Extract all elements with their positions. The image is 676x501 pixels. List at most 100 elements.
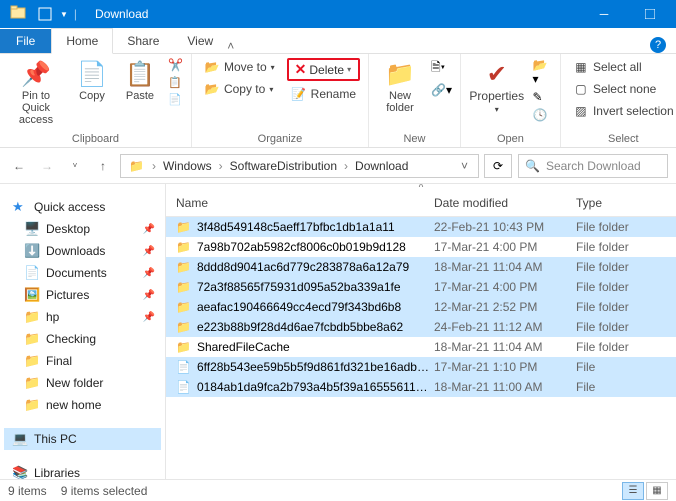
libraries-icon: 📚 [12,465,28,479]
file-type: File [576,380,666,394]
nav-item[interactable]: 🖥️Desktop📌 [4,218,161,240]
address-bar-row: ← → ˅ ↑ 📁 › Windows › SoftwareDistributi… [0,148,676,184]
folder-icon: 📁 [176,340,191,354]
chevron-icon[interactable]: › [150,159,158,173]
open-icon[interactable]: 📂▾ [533,58,552,86]
back-button[interactable]: ← [8,155,30,177]
crumb-download[interactable]: Download [352,159,411,173]
copy-icon: 📄 [77,60,107,88]
easyaccess-icon[interactable]: 🔗▾ [431,83,452,97]
clipboard-label: Clipboard [72,131,119,145]
file-list: ˄ Name Date modified Type 📁3f48d549148c5… [166,184,676,479]
copy-button[interactable]: 📄 Copy [72,58,112,102]
file-row[interactable]: 📄0184ab1da9fca2b793a4b5f39a1655561108…18… [166,377,676,397]
ribbon-collapse-icon[interactable]: ˄ [227,39,234,53]
maximize-button[interactable] [628,0,672,28]
col-name[interactable]: Name [176,196,434,210]
help-icon[interactable]: ? [650,37,666,53]
nav-item[interactable]: 📁hp📌 [4,306,161,328]
forward-button[interactable]: → [36,155,58,177]
nav-item-label: Documents [46,266,107,280]
nav-item[interactable]: ⬇️Downloads📌 [4,240,161,262]
ribbon: 📌 Pin to Quick access 📄 Copy 📋 Paste ✂️ … [0,54,676,148]
col-type[interactable]: Type [576,196,666,210]
properties-icon: ✔ [487,60,507,88]
nav-item[interactable]: 📁New folder [4,372,161,394]
pasteshortcut-icon[interactable]: 📄 [168,93,183,106]
new-folder-button[interactable]: 📁 New folder [377,58,423,114]
move-to-button[interactable]: 📂 Move to ▾ [200,58,279,76]
file-row[interactable]: 📁7a98b702ab5982cf8006c0b019b9d12817-Mar-… [166,237,676,257]
file-row[interactable]: 📁3f48d549148c5aeff17bfbc1db1a1a1122-Feb-… [166,217,676,237]
chevron-icon[interactable]: › [342,159,350,173]
pin-quick-access-button[interactable]: 📌 Pin to Quick access [8,58,64,126]
crumb-windows[interactable]: Windows [160,159,215,173]
delete-button[interactable]: ✕ Delete ▾ [287,58,360,81]
search-box[interactable]: 🔍 Search Download [518,154,668,178]
properties-button[interactable]: ✔ Properties ▾ [469,58,525,115]
up-button[interactable]: ↑ [92,155,114,177]
nav-libraries[interactable]: 📚 Libraries [4,462,161,479]
qat-props-icon[interactable] [38,7,52,21]
nav-item[interactable]: 📁new home [4,394,161,416]
refresh-button[interactable]: ⟳ [484,154,512,178]
history-icon[interactable]: 🕓 [533,108,552,122]
folder-icon: 📁 [24,397,40,413]
cut-icon[interactable]: ✂️ [168,58,183,72]
chevron-icon[interactable]: › [217,159,225,173]
share-tab[interactable]: Share [113,29,173,53]
newitem-icon[interactable]: 🗎▾ [431,58,452,79]
nav-item[interactable]: 📁Checking [4,328,161,350]
copy-to-button[interactable]: 📂 Copy to ▾ [200,80,279,98]
ribbon-tabs: File Home Share View ˄ ? [0,28,676,54]
file-type: File folder [576,340,666,354]
file-row[interactable]: 📁SharedFileCache18-Mar-21 11:04 AMFile f… [166,337,676,357]
copypath-icon[interactable]: 📋 [168,76,183,89]
file-row[interactable]: 📁8ddd8d9041ac6d779c283878a6a12a7918-Mar-… [166,257,676,277]
nav-item[interactable]: 🖼️Pictures📌 [4,284,161,306]
file-type: File [576,360,666,374]
selectnone-icon: ▢ [573,82,589,96]
file-tab[interactable]: File [0,29,51,53]
minimize-button[interactable]: ─ [582,0,626,28]
nav-item-label: hp [46,310,59,324]
select-label: Select [608,131,639,145]
home-tab[interactable]: Home [51,28,113,54]
folder-icon: 📁 [24,331,40,347]
recent-button[interactable]: ˅ [64,155,86,177]
organize-group: 📂 Move to ▾ 📂 Copy to ▾ ✕ Delete ▾ 📝 [192,54,369,147]
view-tab[interactable]: View [173,29,227,53]
nav-this-pc[interactable]: 💻 This PC [4,428,161,450]
file-row[interactable]: 📁e223b88b9f28d4d6ae7fcbdb5bbe8a6224-Feb-… [166,317,676,337]
qat-dropdown-icon[interactable]: ▼ [60,10,68,19]
status-items: 9 items [8,484,47,498]
nav-item[interactable]: 📄Documents📌 [4,262,161,284]
details-view-button[interactable]: ☰ [622,482,644,500]
file-name: SharedFileCache [197,340,290,354]
folder-icon: 📁 [176,260,191,274]
invert-selection-button[interactable]: ▨Invert selection [569,102,676,120]
file-type: File folder [576,280,666,294]
file-name: 0184ab1da9fca2b793a4b5f39a1655561108… [197,380,434,394]
edit-icon[interactable]: ✎ [533,90,552,104]
file-date: 17-Mar-21 4:00 PM [434,240,576,254]
addr-history-icon[interactable]: ˅ [455,159,474,173]
select-all-button[interactable]: ▦Select all [569,58,676,76]
file-row[interactable]: 📁aeafac190466649cc4ecd79f343bd6b812-Mar-… [166,297,676,317]
nav-item[interactable]: 📁Final [4,350,161,372]
file-type: File folder [576,300,666,314]
file-row[interactable]: 📁72a3f88565f75931d095a52ba339a1fe17-Mar-… [166,277,676,297]
address-bar[interactable]: 📁 › Windows › SoftwareDistribution › Dow… [120,154,479,178]
file-date: 12-Mar-21 2:52 PM [434,300,576,314]
crumb-swdist[interactable]: SoftwareDistribution [227,159,340,173]
select-none-button[interactable]: ▢Select none [569,80,676,98]
file-name: 7a98b702ab5982cf8006c0b019b9d128 [197,240,406,254]
thumbnails-view-button[interactable]: ▦ [646,482,668,500]
nav-item-label: New folder [46,376,103,390]
nav-quick-access[interactable]: ★ Quick access [4,196,161,218]
rename-button[interactable]: 📝 Rename [287,85,360,103]
file-row[interactable]: 📄6ff28b543ee59b5b5f9d861fd321be16adb8…17… [166,357,676,377]
folder-icon [10,4,30,24]
col-date[interactable]: Date modified [434,196,576,210]
paste-button[interactable]: 📋 Paste [120,58,160,102]
